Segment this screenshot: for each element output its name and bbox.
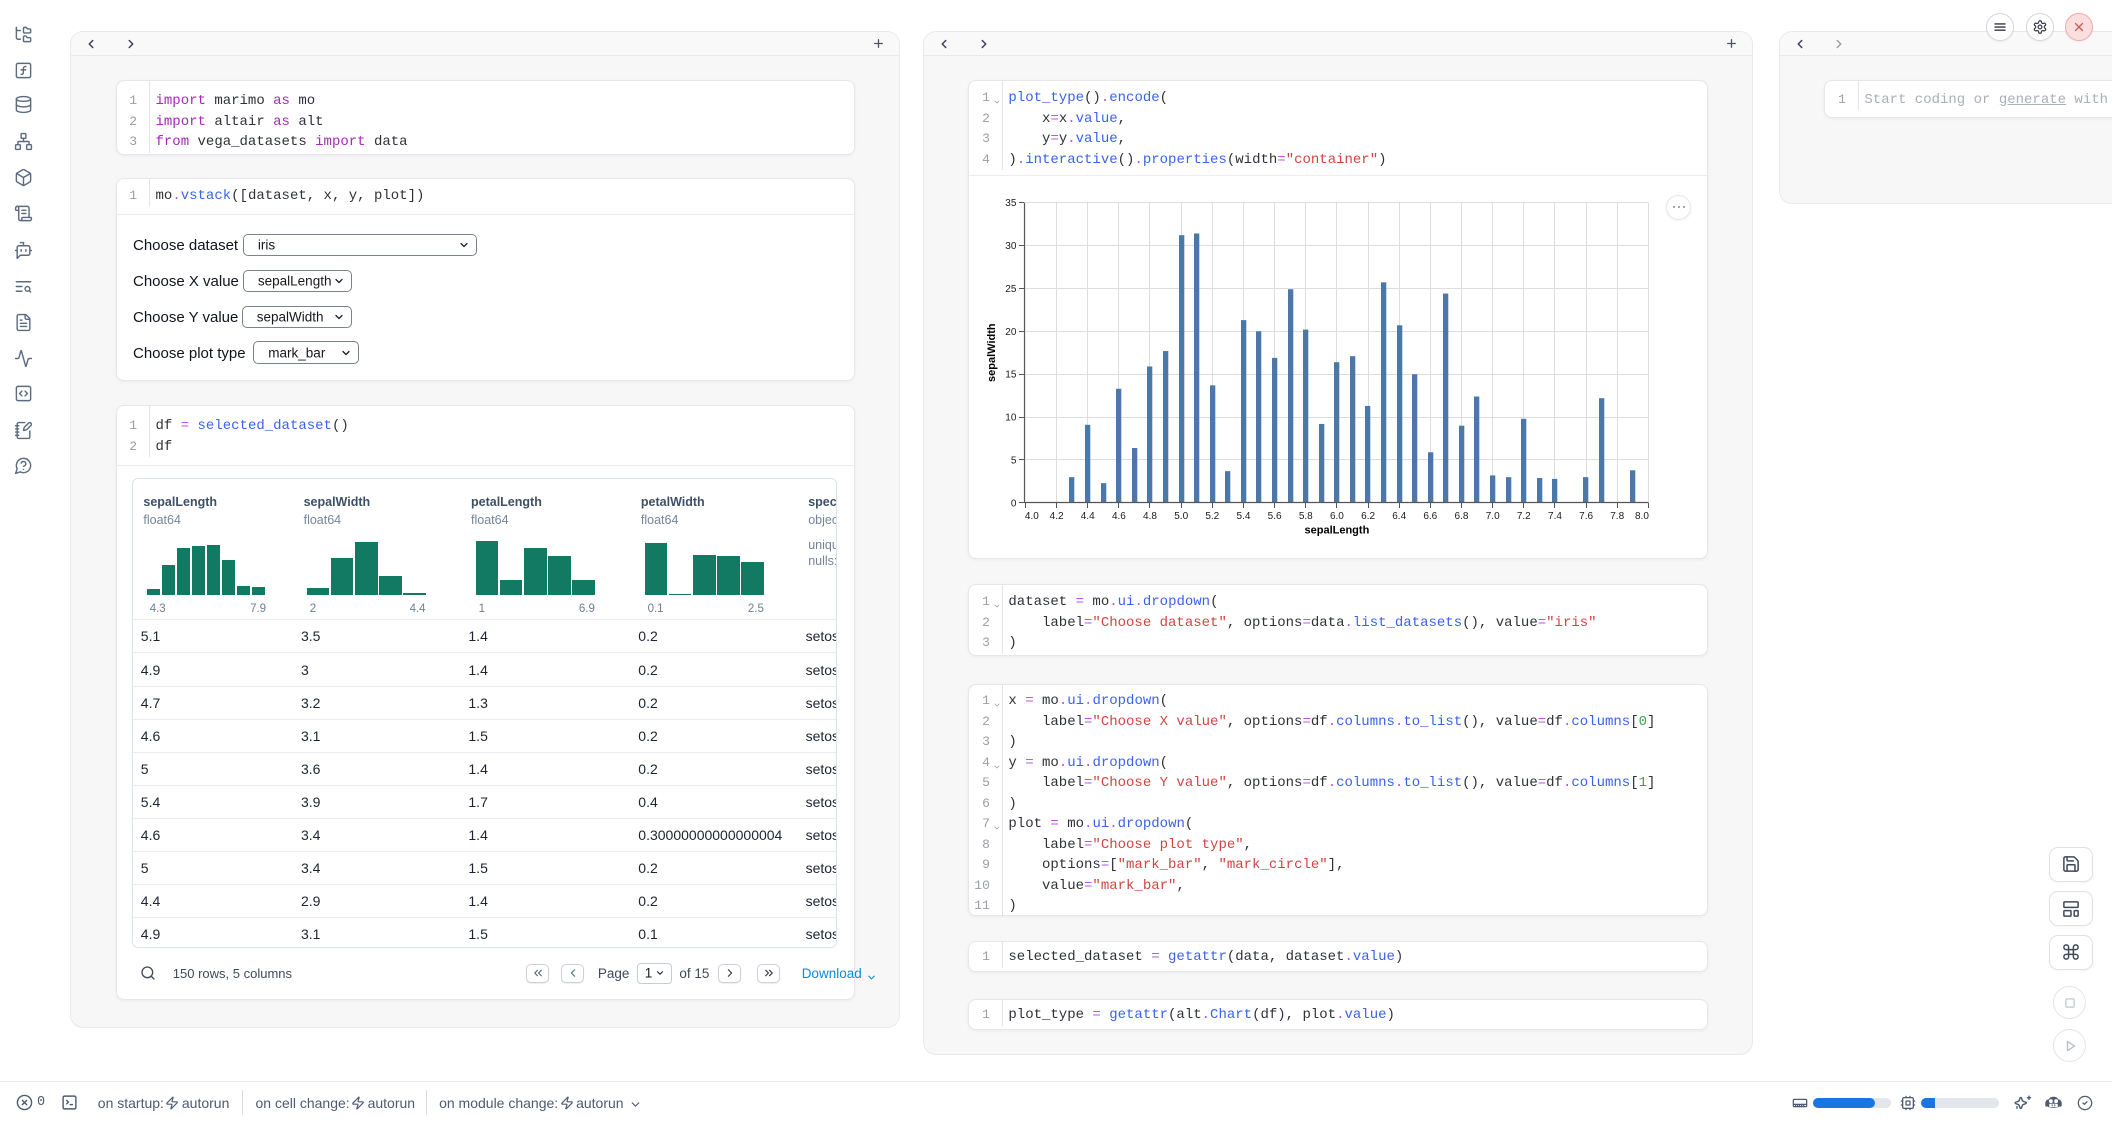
svg-text:4.8: 4.8 bbox=[1143, 511, 1157, 522]
svg-text:7.2: 7.2 bbox=[1517, 511, 1531, 522]
svg-text:6.8: 6.8 bbox=[1455, 511, 1469, 522]
svg-text:7.8: 7.8 bbox=[1610, 511, 1624, 522]
svg-text:6.6: 6.6 bbox=[1423, 511, 1437, 522]
svg-text:7.4: 7.4 bbox=[1548, 511, 1562, 522]
svg-text:25: 25 bbox=[1005, 284, 1017, 295]
svg-text:30: 30 bbox=[1005, 241, 1017, 252]
svg-text:5.4: 5.4 bbox=[1237, 511, 1251, 522]
svg-text:7.0: 7.0 bbox=[1486, 511, 1500, 522]
svg-text:5.8: 5.8 bbox=[1299, 511, 1313, 522]
svg-text:5.2: 5.2 bbox=[1205, 511, 1219, 522]
svg-text:4.4: 4.4 bbox=[1081, 511, 1095, 522]
svg-text:4.2: 4.2 bbox=[1050, 511, 1064, 522]
svg-text:15: 15 bbox=[1005, 370, 1017, 381]
svg-text:6.0: 6.0 bbox=[1330, 511, 1344, 522]
svg-text:4.6: 4.6 bbox=[1112, 511, 1126, 522]
svg-text:4.0: 4.0 bbox=[1025, 511, 1039, 522]
svg-text:6.2: 6.2 bbox=[1361, 511, 1375, 522]
svg-text:5.6: 5.6 bbox=[1268, 511, 1282, 522]
svg-text:5: 5 bbox=[1011, 455, 1017, 466]
svg-text:7.6: 7.6 bbox=[1579, 511, 1593, 522]
svg-text:8.0: 8.0 bbox=[1635, 511, 1649, 522]
svg-text:20: 20 bbox=[1005, 327, 1017, 338]
svg-text:35: 35 bbox=[1005, 198, 1017, 209]
svg-text:10: 10 bbox=[1005, 413, 1017, 424]
svg-text:sepalWidth: sepalWidth bbox=[986, 323, 998, 382]
svg-text:6.4: 6.4 bbox=[1392, 511, 1406, 522]
svg-text:5.0: 5.0 bbox=[1174, 511, 1188, 522]
svg-text:0: 0 bbox=[1011, 498, 1017, 509]
svg-text:sepalLength: sepalLength bbox=[1304, 524, 1369, 536]
